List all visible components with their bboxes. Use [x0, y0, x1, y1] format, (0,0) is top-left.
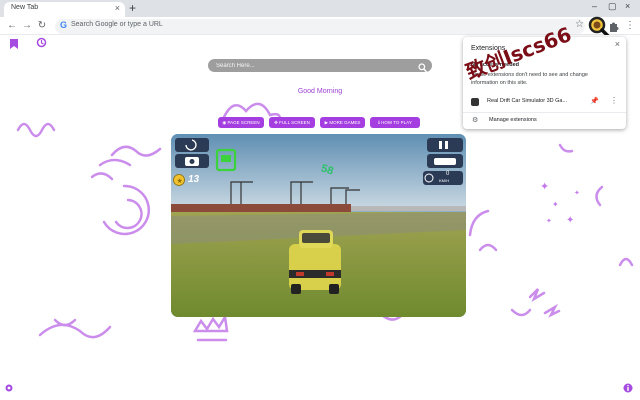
- tab-title: New Tab: [11, 4, 39, 11]
- gear-icon: ⚙: [472, 117, 479, 124]
- page-screen-label: PAGE SCREEN: [227, 120, 260, 125]
- svg-text:✦: ✦: [552, 200, 559, 209]
- game-canvas[interactable]: ★ 13 58 0 KM/H: [171, 134, 466, 317]
- new-tab-button[interactable]: +: [129, 1, 136, 15]
- more-games-label: MORE GAMES: [329, 120, 361, 125]
- extensions-popup: Extensions × No access needed These exte…: [463, 37, 626, 129]
- settings-gear-icon[interactable]: [4, 383, 14, 396]
- divider: [463, 112, 626, 113]
- game-scene: ★: [171, 134, 466, 317]
- close-icon[interactable]: ×: [615, 39, 620, 49]
- page-search-bar: [208, 59, 432, 73]
- full-screen-button[interactable]: ✥ FULL SCREEN: [269, 117, 315, 128]
- more-games-button[interactable]: ▶ MORE GAMES: [320, 117, 365, 128]
- more-options-icon[interactable]: ⋮: [610, 96, 618, 105]
- page-screen-button[interactable]: ◉ PAGE SCREEN: [218, 117, 264, 128]
- extension-app-icon: [471, 98, 479, 106]
- star-count: 13: [188, 174, 200, 185]
- no-access-heading: No access needed: [471, 62, 519, 68]
- full-screen-label: FULL SCREEN: [279, 120, 310, 125]
- star-icon[interactable]: ☆: [575, 19, 584, 30]
- svg-text:✦: ✦: [546, 217, 552, 225]
- page-search-input[interactable]: [216, 60, 406, 71]
- speed-unit: KM/H: [439, 178, 449, 183]
- how-to-play-label: HOW TO PLAY: [381, 120, 412, 125]
- extensions-popup-title: Extensions: [471, 45, 506, 52]
- svg-text:✦: ✦: [540, 180, 549, 193]
- manage-extensions-label: Manage extensions: [489, 117, 537, 123]
- extension-puzzle-icon[interactable]: [606, 18, 622, 34]
- info-icon[interactable]: [623, 383, 633, 396]
- speed-value: 0: [446, 171, 450, 177]
- google-icon: G: [60, 20, 68, 30]
- close-window-button[interactable]: ×: [625, 1, 630, 11]
- address-bar[interactable]: G Search Google or type a URL ☆: [55, 19, 585, 34]
- back-icon[interactable]: ←: [5, 19, 19, 33]
- tab-close-icon[interactable]: ×: [115, 3, 120, 14]
- how-to-play-button[interactable]: ℹ HOW TO PLAY: [370, 117, 420, 128]
- pin-icon[interactable]: 📌: [590, 97, 599, 105]
- magnifier-extension-icon[interactable]: [587, 16, 613, 41]
- extension-item[interactable]: Real Drift Car Simulator 3D Ga... 📌 ⋮: [463, 95, 626, 108]
- search-icon[interactable]: [418, 60, 428, 78]
- address-placeholder: Search Google or type a URL: [71, 21, 163, 28]
- no-access-description: These extensions don't need to see and c…: [471, 72, 588, 86]
- tab-strip: New Tab × + – ▢ ×: [0, 0, 640, 17]
- svg-text:✦: ✦: [574, 189, 580, 197]
- reload-icon[interactable]: ↻: [35, 19, 49, 33]
- browser-toolbar: ← → ↻ G Search Google or type a URL ☆ ⋮: [0, 16, 640, 41]
- minimize-button[interactable]: –: [592, 1, 597, 11]
- kebab-menu-icon[interactable]: ⋮: [623, 19, 637, 33]
- svg-text:★: ★: [177, 177, 183, 185]
- svg-text:✦: ✦: [566, 215, 574, 226]
- forward-icon[interactable]: →: [20, 19, 34, 33]
- history-icon[interactable]: [36, 37, 47, 51]
- bookmark-icon[interactable]: [10, 39, 18, 52]
- manage-extensions-link[interactable]: ⚙ Manage extensions: [463, 115, 626, 127]
- maximize-button[interactable]: ▢: [608, 1, 617, 12]
- tab-new-tab[interactable]: New Tab ×: [4, 2, 125, 17]
- extension-item-name: Real Drift Car Simulator 3D Ga...: [487, 98, 568, 104]
